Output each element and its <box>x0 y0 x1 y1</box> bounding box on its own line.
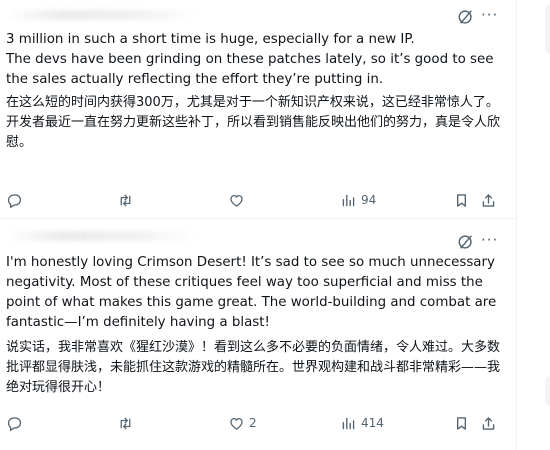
reply-icon <box>7 193 22 208</box>
author-name-blurred <box>6 10 196 20</box>
post-text-english: 3 million in such a short time is huge, … <box>6 32 494 87</box>
views-button[interactable]: 94 <box>340 189 376 211</box>
grok-icon[interactable] <box>457 233 475 251</box>
share-icon <box>482 193 495 207</box>
view-count: 94 <box>361 193 377 207</box>
bookmark-icon <box>456 193 467 207</box>
more-icon[interactable]: ··· <box>481 6 499 24</box>
post-text-english: I'm honestly loving Crimson Desert! It’s… <box>6 255 497 330</box>
like-count: 2 <box>249 416 257 430</box>
post-actions: 2 414 <box>0 412 516 434</box>
post-text-chinese: 在这么短的时间内获得300万，尤其是对于一个新知识产权来说，这已经非常惊人了。 … <box>6 95 501 150</box>
like-button[interactable]: 2 <box>228 412 257 434</box>
repost-button[interactable] <box>117 189 138 211</box>
grok-icon[interactable] <box>457 8 475 26</box>
view-count: 414 <box>361 416 384 430</box>
timeline-feed: ··· 3 million in such a short time is hu… <box>0 0 517 450</box>
bookmark-icon <box>456 416 467 430</box>
post-header: ··· <box>0 219 516 249</box>
share-button[interactable] <box>480 189 497 211</box>
author-name-blurred <box>6 231 196 241</box>
analytics-icon <box>342 417 355 429</box>
repost-icon <box>120 417 131 429</box>
reply-button[interactable] <box>6 189 27 211</box>
share-icon <box>482 416 495 430</box>
like-button[interactable] <box>228 189 249 211</box>
share-button[interactable] <box>480 412 497 434</box>
heart-icon <box>230 194 243 207</box>
post-header: ··· <box>0 0 516 30</box>
sidebar-card <box>545 376 550 406</box>
sidebar-card <box>545 4 550 54</box>
bookmark-button[interactable] <box>453 412 470 434</box>
views-button[interactable]: 414 <box>340 412 384 434</box>
post[interactable]: ··· I'm honestly loving Crimson Desert! … <box>0 219 516 450</box>
heart-icon <box>230 417 243 430</box>
bookmark-button[interactable] <box>453 189 470 211</box>
reply-button[interactable] <box>6 412 27 434</box>
post-text-chinese: 说实话，我非常喜欢《猩红沙漠》！看到这么多不必要的负面情绪，令人难过。大多数批评… <box>6 340 501 395</box>
post-actions: 94 <box>0 189 516 211</box>
reply-icon <box>7 416 22 431</box>
repost-button[interactable] <box>117 412 138 434</box>
repost-icon <box>120 194 131 206</box>
more-icon[interactable]: ··· <box>481 231 499 249</box>
analytics-icon <box>342 194 355 206</box>
post[interactable]: ··· 3 million in such a short time is hu… <box>0 0 516 218</box>
